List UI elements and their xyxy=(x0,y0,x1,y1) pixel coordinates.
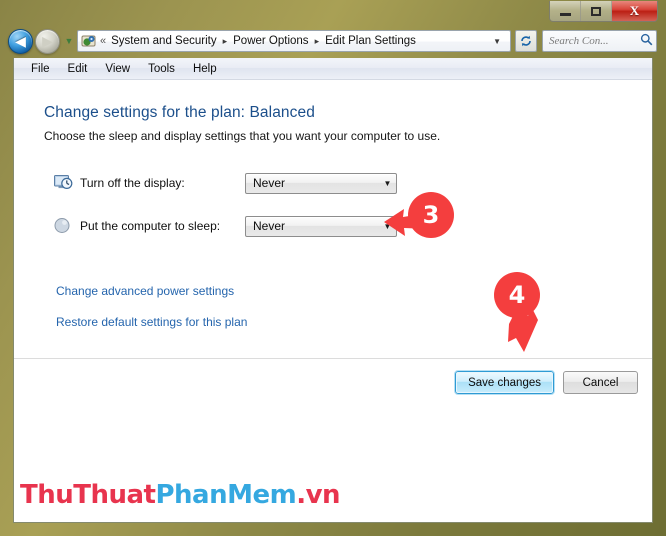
save-changes-label: Save changes xyxy=(468,376,541,389)
dialog-button-row: Save changes Cancel xyxy=(454,370,638,395)
annotation-3-number: 3 xyxy=(422,201,440,229)
watermark: ThuThuatPhanMem.vn xyxy=(20,480,341,510)
window-client-area: File Edit View Tools Help Change setting… xyxy=(13,58,653,523)
breadcrumb-separator-icon: ▸ xyxy=(222,35,228,46)
forward-arrow-icon: ▶ xyxy=(42,32,53,49)
link-change-advanced-power-settings[interactable]: Change advanced power settings xyxy=(14,284,652,298)
back-arrow-icon: ◀ xyxy=(15,32,26,49)
navigation-bar: ◀ ▶ ▼ « System and Security ▸ Power Opti… xyxy=(0,26,666,56)
menu-item-edit[interactable]: Edit xyxy=(59,61,97,77)
history-dropdown-button[interactable]: ▼ xyxy=(63,36,75,46)
page-title: Change settings for the plan: Balanced xyxy=(44,104,315,121)
annotation-4: 4 xyxy=(478,272,552,358)
forward-button[interactable]: ▶ xyxy=(35,28,60,54)
link-label[interactable]: Restore default settings for this plan xyxy=(56,315,247,329)
setting-label-turn-off-display: Turn off the display: xyxy=(80,176,185,190)
close-button[interactable]: X xyxy=(612,1,657,21)
annotation-3: 3 xyxy=(382,192,454,248)
breadcrumb-overflow-icon[interactable]: « xyxy=(99,35,109,47)
turn-off-display-combo[interactable]: Never ▼ xyxy=(245,172,397,194)
maximize-button[interactable] xyxy=(581,1,612,21)
monitor-clock-icon xyxy=(54,174,74,192)
menu-item-help[interactable]: Help xyxy=(184,61,226,77)
sleep-combo[interactable]: Never ▼ xyxy=(245,215,397,237)
address-dropdown-icon[interactable]: ▼ xyxy=(489,37,508,46)
menu-item-tools[interactable]: Tools xyxy=(139,61,184,77)
minimize-icon xyxy=(559,12,571,16)
address-bar[interactable]: « System and Security ▸ Power Options ▸ … xyxy=(77,30,511,52)
search-icon xyxy=(640,33,653,49)
watermark-part-2: PhanMem xyxy=(155,480,297,510)
title-bar: X xyxy=(0,0,666,24)
cancel-button[interactable]: Cancel xyxy=(563,371,638,394)
menu-item-view[interactable]: View xyxy=(96,61,139,77)
setting-row-sleep: Put the computer to sleep: Never ▼ xyxy=(14,215,652,237)
refresh-button[interactable] xyxy=(515,30,537,52)
annotation-3-badge: 3 xyxy=(408,192,454,238)
maximize-icon xyxy=(591,6,601,16)
breadcrumb-power-options[interactable]: Power Options xyxy=(231,34,310,48)
button-separator xyxy=(14,358,652,359)
annotation-4-number: 4 xyxy=(508,281,526,309)
minimize-button[interactable] xyxy=(550,1,581,21)
chevron-down-icon: ▼ xyxy=(64,36,74,46)
watermark-part-3: .vn xyxy=(296,480,341,510)
annotation-4-badge: 4 xyxy=(494,272,540,318)
breadcrumb-edit-plan-settings[interactable]: Edit Plan Settings xyxy=(323,34,418,48)
search-box[interactable]: Search Con... xyxy=(542,30,657,52)
control-panel-icon xyxy=(81,33,97,49)
sleep-moon-icon xyxy=(54,217,74,235)
save-changes-button[interactable]: Save changes xyxy=(454,370,555,395)
setting-row-turn-off-display: Turn off the display: Never ▼ xyxy=(14,172,652,194)
turn-off-display-value: Never xyxy=(253,176,286,190)
content-pane: Change settings for the plan: Balanced C… xyxy=(14,80,652,522)
link-restore-default-settings[interactable]: Restore default settings for this plan xyxy=(14,315,652,329)
menu-bar: File Edit View Tools Help xyxy=(14,58,652,80)
breadcrumb-system-and-security[interactable]: System and Security xyxy=(109,34,218,48)
link-label[interactable]: Change advanced power settings xyxy=(56,284,234,298)
window-controls: X xyxy=(549,1,658,22)
back-button[interactable]: ◀ xyxy=(8,28,33,54)
setting-label-sleep: Put the computer to sleep: xyxy=(80,219,221,233)
cancel-label: Cancel xyxy=(582,376,619,389)
refresh-icon xyxy=(521,35,531,47)
page-subtitle: Choose the sleep and display settings th… xyxy=(44,129,441,143)
close-icon: X xyxy=(629,3,640,18)
sleep-value: Never xyxy=(253,219,286,233)
chevron-down-icon: ▼ xyxy=(383,178,392,188)
menu-item-file[interactable]: File xyxy=(22,61,59,77)
watermark-part-1: ThuThuat xyxy=(20,480,156,510)
breadcrumb-separator-icon: ▸ xyxy=(314,35,320,46)
search-input[interactable]: Search Con... xyxy=(549,35,640,47)
